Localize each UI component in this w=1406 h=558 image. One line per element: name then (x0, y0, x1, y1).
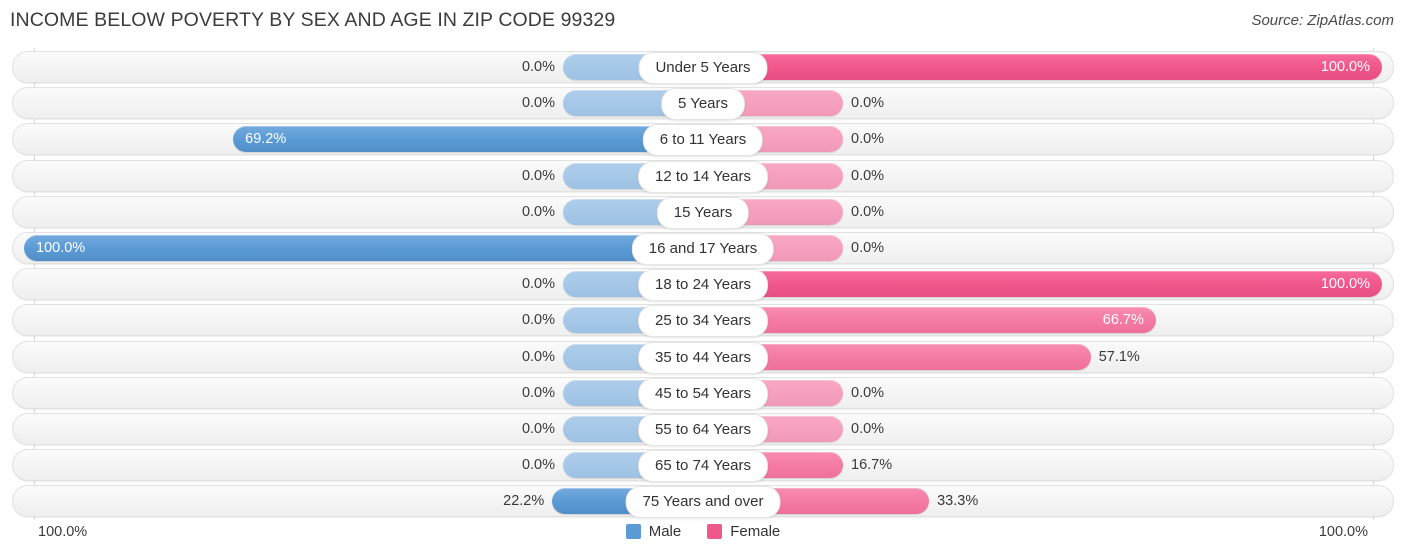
table-row: 0.0% 16.7% 65 to 74 Years (12, 449, 1394, 483)
bar-male-value: 0.0% (521, 95, 555, 112)
category-label: 45 to 54 Years (638, 377, 768, 410)
bar-female-value: 0.0% (851, 240, 885, 256)
bar-female: 66.7% (703, 307, 1156, 334)
chart-footer: 100.0% 100.0% Male Female (0, 521, 1406, 551)
legend-item-male[interactable]: Male (625, 523, 682, 540)
bar-male-value: 0.0% (521, 348, 555, 365)
table-row: 0.0% 0.0% 12 to 14 Years (12, 159, 1394, 193)
table-row: 0.0% 57.1% 35 to 44 Years (12, 340, 1394, 374)
bar-male-value: 0.0% (521, 167, 555, 184)
bar-female-value: 0.0% (851, 421, 885, 437)
chart-legend: Male Female (0, 523, 1406, 540)
category-label: 35 to 44 Years (638, 341, 768, 374)
chart-plot-area: 0.0% 100.0% Under 5 Years 0.0% 0.0% 5 Years 69… (0, 48, 1406, 520)
bar-female-value: 100.0% (1320, 276, 1370, 293)
category-label: 18 to 24 Years (638, 269, 768, 302)
bar-female-value: 100.0% (1320, 59, 1370, 75)
bar-female-value: 0.0% (851, 131, 885, 148)
category-label: 6 to 11 Years (642, 124, 764, 157)
table-row: 22.2% 33.3% 75 Years and over (12, 485, 1394, 519)
chart-header: INCOME BELOW POVERTY BY SEX AND AGE IN Z… (0, 0, 1406, 42)
bar-female-value: 66.7% (1102, 312, 1144, 329)
bar-male: 100.0% (24, 235, 703, 261)
table-row: 0.0% 0.0% 45 to 54 Years (12, 376, 1394, 410)
bar-female: 100.0% (703, 271, 1382, 298)
legend-item-female[interactable]: Female (707, 523, 780, 540)
bar-female-value: 0.0% (851, 167, 885, 184)
category-label: 75 Years and over (625, 486, 781, 519)
bar-male-value: 69.2% (245, 131, 287, 148)
bar-male-value: 0.0% (521, 457, 555, 474)
table-row: 0.0% 0.0% 15 Years (12, 195, 1394, 229)
bar-male-value: 0.0% (521, 384, 555, 401)
legend-label: Female (730, 523, 781, 540)
table-row: 0.0% 0.0% 55 to 64 Years (12, 413, 1394, 446)
bar-male-value: 0.0% (521, 203, 555, 220)
source-attribution: Source: ZipAtlas.com (1251, 12, 1394, 29)
category-label: 25 to 34 Years (638, 305, 768, 338)
page-title: INCOME BELOW POVERTY BY SEX AND AGE IN Z… (10, 9, 616, 31)
bar-female-value: 57.1% (1098, 348, 1140, 365)
table-row: 0.0% 0.0% 5 Years (12, 87, 1394, 121)
category-label: 5 Years (660, 88, 746, 121)
legend-label: Male (648, 523, 682, 540)
bar-female-value: 33.3% (937, 493, 979, 510)
bar-male: 69.2% (233, 126, 703, 153)
table-row: 0.0% 66.7% 25 to 34 Years (12, 304, 1394, 338)
bar-male-value: 0.0% (521, 312, 555, 329)
table-row: 100.0% 0.0% 16 and 17 Years (12, 232, 1394, 265)
table-row: 0.0% 100.0% 18 to 24 Years (12, 268, 1394, 302)
bar-male-value: 100.0% (36, 240, 86, 256)
bar-female-value: 0.0% (851, 384, 885, 401)
legend-swatch-icon (707, 524, 723, 539)
category-label: 55 to 64 Years (638, 414, 768, 446)
bar-male-value: 0.0% (521, 276, 555, 293)
table-row: 69.2% 0.0% 6 to 11 Years (12, 123, 1394, 157)
category-label: 65 to 74 Years (638, 450, 768, 483)
category-label: 16 and 17 Years (631, 233, 775, 265)
bar-female-value: 0.0% (851, 95, 885, 112)
category-label: 15 Years (656, 196, 750, 229)
bar-female: 100.0% (703, 54, 1382, 80)
bar-female-value: 16.7% (851, 457, 893, 474)
bar-male-value: 22.2% (503, 493, 545, 510)
category-label: 12 to 14 Years (638, 160, 768, 193)
table-row: 0.0% 100.0% Under 5 Years (12, 51, 1394, 84)
category-label: Under 5 Years (638, 52, 768, 84)
bar-male-value: 0.0% (521, 59, 555, 75)
legend-swatch-icon (625, 524, 641, 539)
bar-male-value: 0.0% (521, 421, 555, 437)
bar-female-value: 0.0% (851, 203, 885, 220)
